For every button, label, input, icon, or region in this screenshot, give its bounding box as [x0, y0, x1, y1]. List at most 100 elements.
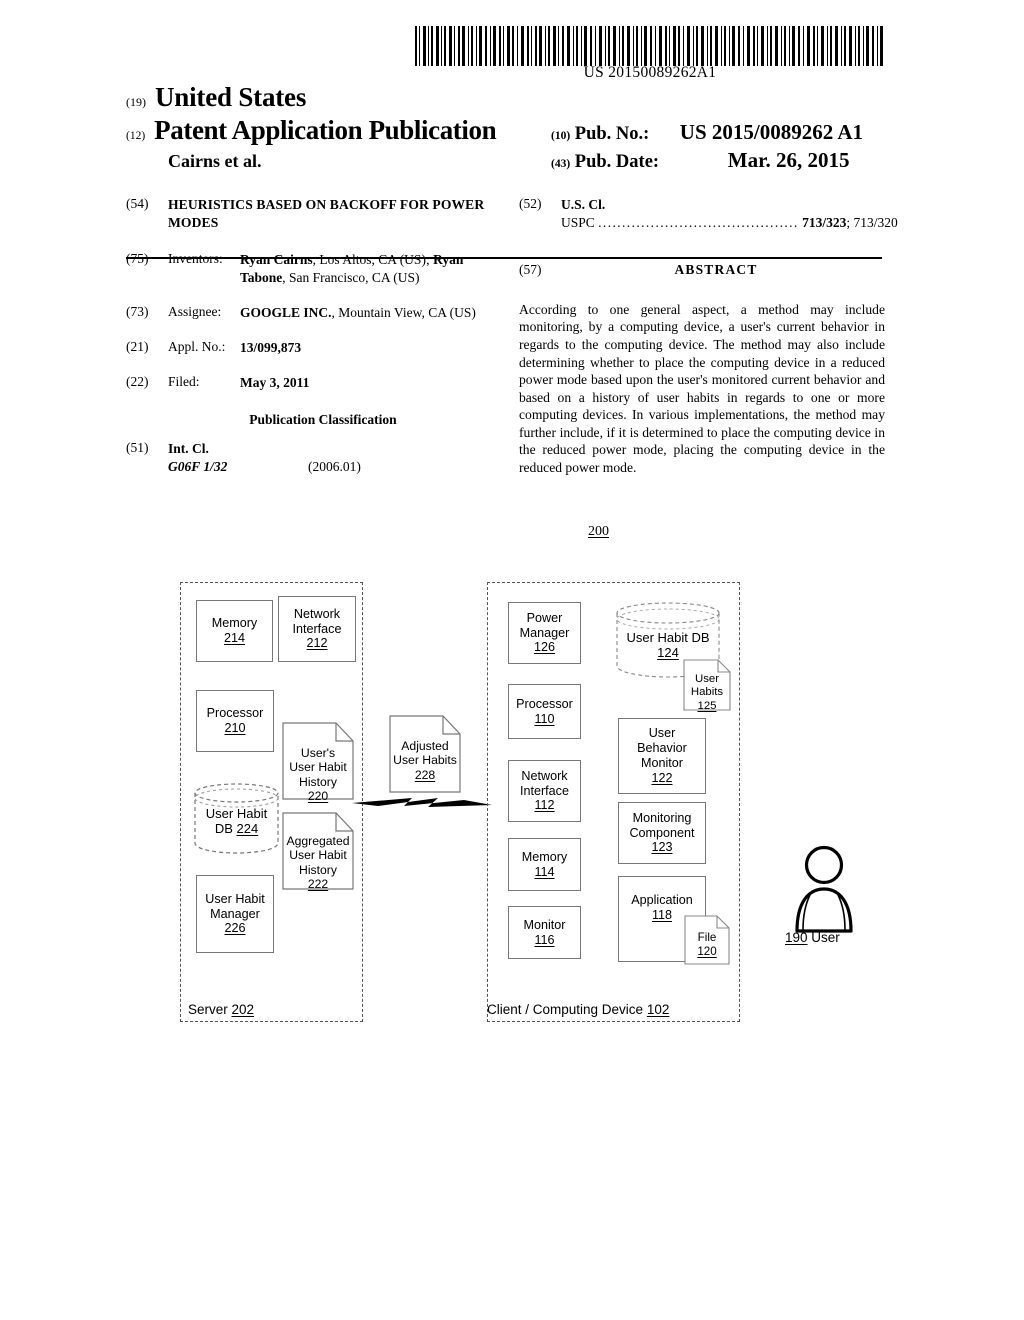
assignee-field-number: (73) — [126, 303, 149, 319]
network-link-bolt-icon — [352, 785, 492, 822]
abstract-title: ABSTRACT — [674, 261, 758, 277]
client-monitor-box: Monitor 116 — [508, 906, 581, 959]
server-db-ref: 224 — [236, 821, 259, 837]
doc-type-line: (12) Patent Application Publication — [126, 115, 497, 146]
uuhh-ref: 220 — [307, 788, 329, 803]
document-shape — [282, 812, 354, 890]
abstract-text: According to one general aspect, a metho… — [519, 301, 885, 475]
client-boundary — [487, 582, 740, 1022]
filed-date: May 3, 2011 — [240, 374, 310, 390]
client-ubm-line-2: Behavior — [637, 741, 687, 756]
user-ref: 190 — [785, 930, 808, 945]
client-mc-line-1: Monitoring — [632, 810, 692, 825]
user-habits-doc: User Habits 125 — [683, 659, 731, 713]
intcl-field-number: (51) — [126, 440, 149, 456]
server-label: Server 202 — [188, 1002, 254, 1017]
pubno-label: Pub. No.: — [574, 124, 650, 144]
server-db-line-2-text: DB — [214, 821, 237, 837]
client-mem-ref: 114 — [534, 864, 555, 879]
uscl-label: U.S. Cl. — [561, 197, 606, 212]
client-processor-box: Processor 110 — [508, 684, 581, 739]
client-app-ref: 118 — [651, 907, 673, 922]
document-text: File 120 — [684, 931, 730, 958]
field-inventors: (75) Inventors: Ryan Cairns, Los Altos, … — [126, 251, 498, 287]
inventors-field-number: (75) — [126, 250, 149, 266]
server-label-text: Server — [188, 1002, 232, 1017]
inventor-1-location: , Los Altos, CA (US); — [312, 251, 434, 267]
uuhh-line-2: User Habit — [289, 760, 347, 775]
intcl-code: G06F 1/32 — [168, 459, 228, 475]
barcode-bars — [415, 26, 883, 66]
document-shape — [389, 715, 461, 793]
inventor-1-name: Ryan Cairns — [240, 251, 313, 267]
auhh-line-3: History — [299, 862, 337, 877]
uspc-secondary-class: ; 713/320 — [846, 214, 898, 230]
pubno-value: US 2015/0089262 A1 — [679, 120, 863, 144]
aggregated-user-habit-history-doc: Aggregated User Habit History 222 — [282, 812, 354, 891]
document-text: User Habits 125 — [683, 673, 731, 713]
pubdate-value: Mar. 26, 2015 — [727, 148, 850, 172]
abstract-field-number: (57) — [519, 261, 542, 277]
auhh-line-2: User Habit — [289, 848, 347, 863]
server-db-line-1: User Habit — [205, 806, 268, 821]
client-pm-ref: 126 — [533, 640, 555, 655]
uuhh-line-3: History — [299, 774, 337, 789]
server-uhm-line-2: Manager — [210, 906, 260, 921]
figure-number: 200 — [588, 524, 609, 539]
cylinder-text: User Habit DB 224 — [193, 806, 280, 837]
field-assignee: (73) Assignee: GOOGLE INC., Mountain Vie… — [126, 304, 498, 322]
file-doc: File 120 — [684, 915, 730, 965]
users-user-habit-history-doc: User's User Habit History 220 — [282, 722, 354, 803]
applno-value: 13/099,873 — [240, 339, 498, 357]
field-appl-no: (21) Appl. No.: 13/099,873 — [126, 339, 498, 357]
barcode — [415, 26, 885, 66]
authors-line: Cairns et al. — [168, 151, 262, 171]
file-line-1: File — [697, 931, 717, 944]
client-user-behavior-monitor-box: User Behavior Monitor 122 — [618, 718, 706, 794]
inventors-label: Inventors: — [168, 250, 223, 266]
user-actor-label: 190 User — [785, 930, 840, 945]
filed-field-number: (22) — [126, 373, 149, 389]
auh-line-1: Adjusted — [401, 739, 449, 753]
client-db-ref: 124 — [657, 645, 679, 661]
client-pm-line-2: Manager — [519, 625, 570, 640]
filed-label: Filed: — [168, 373, 200, 389]
auhh-ref: 222 — [307, 876, 329, 891]
client-mc-ref: 123 — [651, 840, 673, 855]
document-text: User's User Habit History 220 — [282, 746, 354, 803]
server-ni-ref: 212 — [306, 636, 328, 651]
client-proc-ref: 110 — [534, 711, 555, 726]
document-shape — [683, 659, 731, 711]
server-boundary — [180, 582, 363, 1022]
pubdate-field-number: (43) — [551, 158, 571, 170]
intcl-label: Int. Cl. — [168, 441, 209, 457]
title-field-number: (54) — [126, 196, 149, 211]
person-shape — [795, 845, 853, 933]
auh-ref: 228 — [414, 767, 436, 782]
uh-ref: 125 — [697, 699, 717, 712]
biblio-left-column: (54) HEURISTICS BASED ON BACKOFF FOR POW… — [126, 196, 498, 489]
applno-field-number: (21) — [126, 338, 149, 354]
uuhh-line-1: User's — [300, 746, 336, 760]
field-filed: (22) Filed: May 3, 2011 — [126, 374, 498, 392]
uspc-label: USPC — [561, 214, 595, 230]
inventor-2-location: , San Francisco, CA (US) — [282, 269, 420, 285]
client-mon-line-1: Monitor — [523, 917, 566, 932]
publication-number-line: (10) Pub. No.: US 2015/0089262 A1 — [551, 120, 863, 145]
doc-type-field-number: (12) — [126, 130, 146, 142]
document-shape — [282, 722, 354, 800]
client-ni-line-1: Network — [521, 768, 568, 783]
cylinder-shape — [616, 602, 720, 678]
client-network-interface-box: Network Interface 112 — [508, 760, 581, 822]
client-label-text: Client / Computing Device — [487, 1002, 647, 1017]
abstract-heading: (57) ABSTRACT — [519, 262, 885, 278]
document-text: Adjusted User Habits 228 — [389, 739, 461, 782]
adjusted-user-habits-doc: Adjusted User Habits 228 — [389, 715, 461, 793]
client-label-ref: 102 — [646, 1002, 670, 1017]
client-ubm-line-1: User — [648, 726, 676, 741]
assignee-label: Assignee: — [168, 303, 222, 319]
server-processor-ref: 210 — [224, 721, 246, 735]
server-uhm-ref: 226 — [224, 921, 246, 936]
server-label-ref: 202 — [231, 1002, 255, 1017]
intcl-body: Int. Cl. G06F 1/32 (2006.01) — [168, 440, 498, 476]
